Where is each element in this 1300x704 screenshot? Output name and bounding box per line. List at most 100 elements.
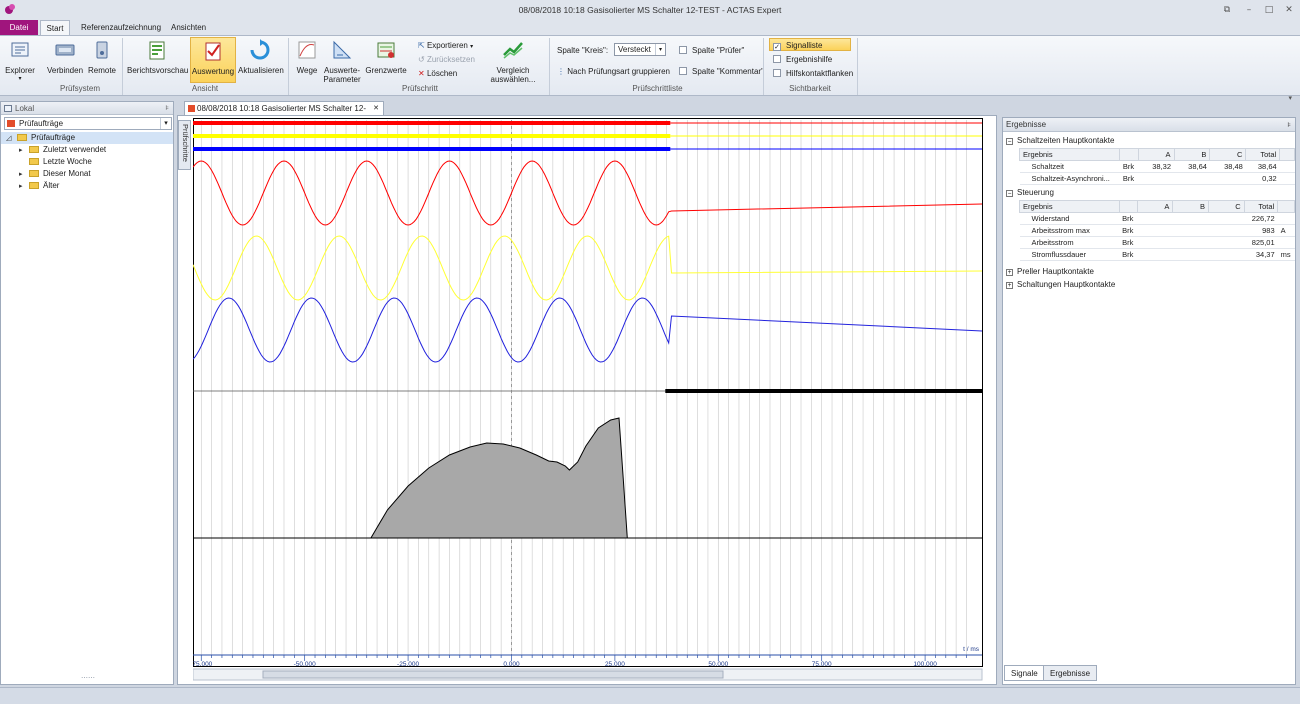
- group-separator: [288, 38, 289, 95]
- table-row[interactable]: Arbeitsstrom Brk 825,01: [1019, 236, 1295, 249]
- tab-ergebnisse[interactable]: Ergebnisse: [1043, 665, 1098, 681]
- vergleich-auswaehlen-button[interactable]: Vergleich auswählen...: [488, 39, 538, 84]
- expand-icon[interactable]: +: [1006, 282, 1013, 289]
- collapse-arrow-icon[interactable]: ◿: [6, 132, 11, 144]
- checkbox-checked-icon[interactable]: ✓: [773, 43, 781, 51]
- window-title: 08/08/2018 10:18 Gasisolierter MS Schalt…: [518, 5, 782, 15]
- section-title: Steuerung: [1017, 188, 1054, 197]
- section-steuerung[interactable]: − Steuerung: [1006, 187, 1054, 198]
- verbinden-label: Verbinden: [46, 66, 84, 75]
- table-header-cell: A: [1137, 148, 1175, 161]
- digital-bar: [193, 121, 671, 125]
- group-separator: [763, 38, 764, 95]
- wege-label: Wege: [296, 66, 318, 75]
- status-bar: [0, 687, 1300, 704]
- hilfskontaktflanken-checkbox[interactable]: Hilfskontaktflanken: [773, 67, 853, 80]
- grenzwerte-button[interactable]: Grenzwerte: [365, 39, 407, 75]
- tree-item-label: Dieser Monat: [43, 169, 91, 178]
- remote-button[interactable]: Remote: [87, 39, 117, 75]
- minimize-button[interactable]: –: [1242, 4, 1256, 16]
- chevron-down-icon[interactable]: ▾: [160, 118, 171, 129]
- collapse-icon[interactable]: −: [1006, 138, 1013, 145]
- verbinden-button[interactable]: Verbinden: [46, 39, 84, 75]
- zuruecksetzen-button[interactable]: ↺ Zurücksetzen: [418, 53, 475, 66]
- table-row[interactable]: Arbeitsstrom max Brk 983 A: [1019, 224, 1295, 237]
- checkbox-icon[interactable]: [773, 69, 781, 77]
- tab-signale[interactable]: Signale: [1004, 665, 1045, 681]
- tab-start[interactable]: Start: [40, 20, 70, 35]
- table-header-cell: Total: [1245, 148, 1281, 161]
- chevron-down-icon[interactable]: ▾: [1288, 94, 1292, 102]
- exportieren-button[interactable]: ⇱ Exportieren ▾: [418, 39, 473, 52]
- exportieren-label: Exportieren: [426, 41, 468, 50]
- tree-root[interactable]: ◿ Prüfaufträge: [1, 132, 173, 144]
- table-row[interactable]: Schaltzeit Brk 38,32 38,64 38,48 38,64: [1019, 160, 1295, 173]
- tab-referenzaufzeichnung[interactable]: Referenzaufzeichnung: [73, 20, 169, 35]
- table-header-cell: C: [1209, 148, 1247, 161]
- aktualisieren-button[interactable]: Aktualisieren: [238, 39, 284, 75]
- berichtsvorschau-button[interactable]: Berichtsvorschau: [127, 39, 188, 75]
- auswerte-parameter-button[interactable]: Auswerte- Parameter: [322, 39, 362, 84]
- table-cell: [1137, 236, 1173, 249]
- signalliste-checkbox[interactable]: ✓ Signalliste: [769, 38, 851, 51]
- table-row[interactable]: Schaltzeit-Asynchroni... Brk 0,32: [1019, 172, 1295, 185]
- table-cell: 38,48: [1209, 160, 1246, 173]
- checkbox-icon[interactable]: [679, 46, 687, 54]
- expand-arrow-icon[interactable]: ▸: [19, 144, 23, 156]
- group-icon: ⋮: [557, 67, 565, 76]
- results-panel: Ergebnisse ⊧ − Schaltzeiten Hauptkontakte…: [1002, 117, 1296, 685]
- checkbox-icon[interactable]: [773, 55, 781, 63]
- explorer-button[interactable]: Explorer ▾: [4, 39, 36, 82]
- expand-icon[interactable]: +: [1006, 269, 1013, 276]
- signal-chart[interactable]: -75.000 -50.000 -25.000 0.000 25.000 50.000 75…: [193, 118, 987, 684]
- tree-item-letzte-woche[interactable]: Letzte Woche: [29, 156, 92, 168]
- report-preview-icon: [149, 41, 165, 60]
- resize-grip-icon[interactable]: ⋯⋯: [81, 674, 95, 682]
- section-preller[interactable]: + Preller Hauptkontakte: [1006, 266, 1094, 277]
- section-schaltzeiten[interactable]: − Schaltzeiten Hauptkontakte: [1006, 135, 1114, 146]
- table-cell: [1208, 236, 1245, 249]
- auswertung-button[interactable]: Auswertung: [190, 37, 236, 83]
- export-icon: ⇱: [418, 41, 425, 50]
- wege-button[interactable]: Wege: [294, 39, 320, 75]
- folder-icon: [17, 134, 27, 141]
- close-tab-icon[interactable]: ✕: [373, 102, 379, 115]
- close-button[interactable]: ✕: [1282, 4, 1296, 16]
- gruppieren-button[interactable]: ⋮ Nach Prüfungsart gruppieren: [557, 65, 670, 78]
- group-separator: [122, 38, 123, 95]
- spalte-kommentar-checkbox[interactable]: Spalte "Kommentar": [679, 65, 764, 78]
- table-cell: [1172, 236, 1209, 249]
- side-tab-pruefschritte[interactable]: Prüfschritte: [178, 120, 191, 170]
- table-row[interactable]: Stromflussdauer Brk 34,37 ms: [1019, 248, 1295, 261]
- loeschen-button[interactable]: ✕ Löschen: [418, 67, 457, 80]
- spalte-kommentar-label: Spalte "Kommentar": [692, 67, 764, 76]
- table-header-cell: A: [1136, 200, 1174, 213]
- checkbox-icon[interactable]: [679, 67, 687, 75]
- tab-datei[interactable]: Datei: [0, 20, 38, 35]
- maximize-button[interactable]: □: [1262, 4, 1276, 16]
- expand-arrow-icon[interactable]: ▸: [19, 180, 23, 192]
- table-cell: Schaltzeit: [1019, 160, 1120, 173]
- document-tab[interactable]: 08/08/2018 10:18 Gasisolierter MS Schalt…: [184, 101, 384, 126]
- left-panel: Lokal ⊧ Prüfaufträge ▾ ◿ Prüfaufträge ▸ …: [0, 101, 174, 685]
- section-schaltungen[interactable]: + Schaltungen Hauptkontakte: [1006, 279, 1115, 290]
- job-icon: [7, 120, 15, 127]
- ergebnishilfe-checkbox[interactable]: Ergebnishilfe: [773, 53, 832, 66]
- chevron-down-icon[interactable]: ▾: [655, 44, 665, 55]
- left-panel-combo[interactable]: Prüfaufträge ▾: [4, 117, 172, 130]
- table-cell: [1279, 172, 1295, 185]
- collapse-icon[interactable]: −: [1006, 190, 1013, 197]
- remote-label: Remote: [87, 66, 116, 75]
- ergebnishilfe-label: Ergebnishilfe: [786, 55, 833, 64]
- pin-icon[interactable]: ⊧: [165, 102, 169, 115]
- table-cell: ms: [1277, 248, 1295, 261]
- tab-ansichten[interactable]: Ansichten: [163, 20, 214, 35]
- limits-icon: [377, 42, 395, 58]
- pin-icon[interactable]: ⊧: [1287, 118, 1291, 132]
- spalte-kreis-select[interactable]: Versteckt ▾: [614, 43, 666, 56]
- evaluation-icon: [205, 42, 221, 61]
- table-row[interactable]: Widerstand Brk 226,72: [1019, 212, 1295, 225]
- expand-arrow-icon[interactable]: ▸: [19, 168, 23, 180]
- spalte-pruefer-checkbox[interactable]: Spalte "Prüfer": [679, 44, 744, 57]
- restore-ribbon-icon[interactable]: ⧉: [1220, 4, 1234, 16]
